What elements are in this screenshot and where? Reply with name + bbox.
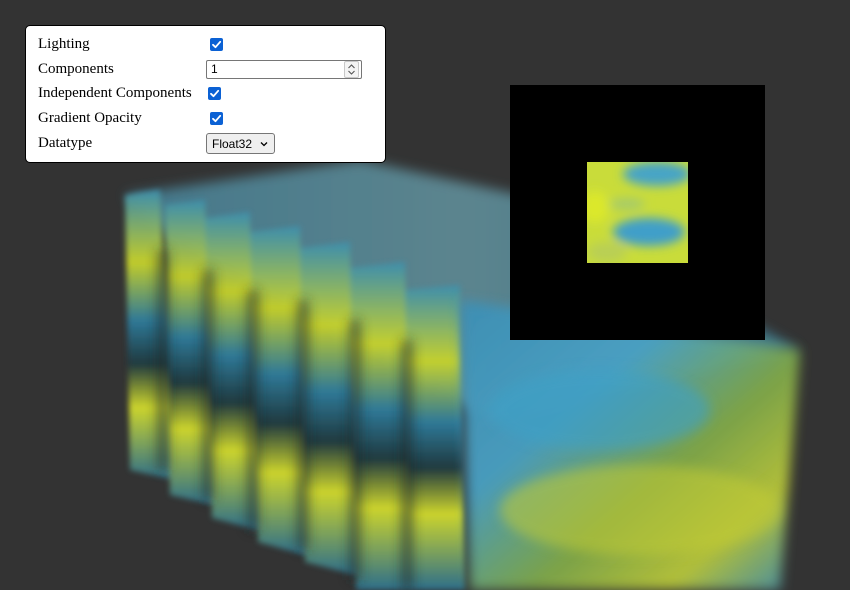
lighting-row: Lighting: [38, 32, 379, 57]
independent-components-checkbox[interactable]: [208, 87, 221, 101]
lighting-label: Lighting: [38, 35, 90, 52]
independent-components-label: Independent Components: [38, 85, 192, 102]
checkmark-icon: [210, 90, 220, 98]
components-number-input[interactable]: 1: [206, 59, 362, 79]
checkmark-icon: [212, 40, 222, 48]
components-value: 1: [211, 62, 218, 77]
datatype-selected-value: Float32: [212, 136, 253, 151]
render-viewport[interactable]: Lighting Components 1 Independent Compon…: [0, 0, 850, 590]
gradient-opacity-label: Gradient Opacity: [38, 110, 142, 127]
spinner-arrows-icon: [348, 63, 355, 75]
datatype-select[interactable]: Float32: [206, 133, 276, 155]
spinner-buttons[interactable]: [344, 60, 359, 78]
checkmark-icon: [212, 115, 222, 123]
components-label: Components: [38, 60, 114, 77]
slice-preview: [510, 85, 765, 340]
gradient-opacity-row: Gradient Opacity: [38, 106, 379, 131]
chevron-down-icon: [260, 141, 268, 146]
slice-preview-image: [587, 162, 688, 263]
gradient-opacity-checkbox[interactable]: [210, 112, 223, 126]
components-row: Components 1: [38, 57, 379, 82]
lighting-checkbox[interactable]: [210, 37, 223, 51]
controls-panel: Lighting Components 1 Independent Compon…: [25, 25, 386, 163]
datatype-row: Datatype Float32: [38, 131, 379, 156]
independent-components-row: Independent Components: [38, 82, 379, 107]
datatype-label: Datatype: [38, 135, 93, 152]
